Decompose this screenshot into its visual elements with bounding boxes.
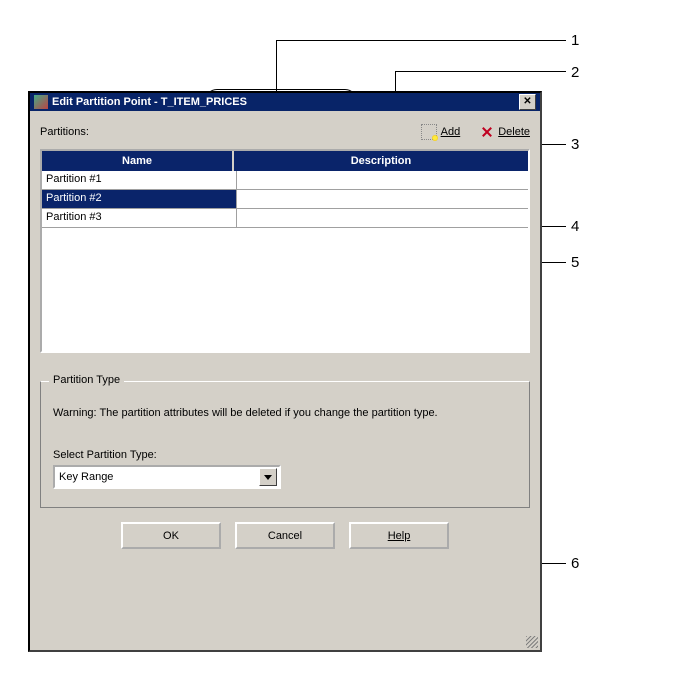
callout-2: 2	[571, 64, 579, 81]
cell-desc	[237, 190, 528, 208]
col-header-description[interactable]: Description	[234, 151, 528, 171]
ok-button[interactable]: OK	[121, 522, 221, 549]
delete-button[interactable]: Delete	[480, 125, 530, 139]
help-label: Help	[388, 530, 411, 542]
group-title: Partition Type	[49, 374, 124, 386]
partition-type-combobox[interactable]: Key Range	[53, 465, 281, 489]
cancel-label: Cancel	[268, 530, 302, 542]
close-button[interactable]: ✕	[519, 94, 536, 110]
app-icon	[34, 95, 48, 109]
table-row[interactable]: Partition #2	[42, 190, 528, 209]
callout-4: 4	[571, 218, 579, 235]
add-label: Add	[441, 126, 461, 138]
table-row[interactable]: Partition #1	[42, 171, 528, 190]
select-partition-type-label: Select Partition Type:	[53, 449, 517, 461]
combo-value: Key Range	[59, 471, 259, 483]
col-header-name[interactable]: Name	[42, 151, 234, 171]
callout-line	[395, 71, 566, 72]
table-header: Name Description	[42, 151, 528, 171]
table-row[interactable]: Partition #3	[42, 209, 528, 228]
cell-desc	[237, 209, 528, 227]
close-icon: ✕	[523, 97, 531, 107]
chevron-down-icon	[264, 475, 272, 480]
cell-desc	[237, 171, 528, 189]
help-button[interactable]: Help	[349, 522, 449, 549]
delete-icon	[480, 125, 494, 139]
partitions-listview[interactable]: Name Description Partition #1 Partition …	[40, 149, 530, 353]
window-title: Edit Partition Point - T_ITEM_PRICES	[52, 96, 519, 108]
callout-1: 1	[571, 32, 579, 49]
delete-label: Delete	[498, 126, 530, 138]
cell-name: Partition #1	[42, 171, 237, 189]
callout-line	[276, 40, 566, 41]
add-icon	[421, 124, 437, 140]
cell-name: Partition #2	[42, 190, 237, 208]
warning-text: Warning: The partition attributes will b…	[53, 406, 517, 421]
combo-dropdown-button[interactable]	[259, 468, 277, 486]
partitions-label: Partitions:	[40, 126, 89, 138]
callout-3: 3	[571, 136, 579, 153]
partition-type-group: Partition Type Warning: The partition at…	[40, 381, 530, 508]
resize-grip[interactable]	[526, 636, 538, 648]
cancel-button[interactable]: Cancel	[235, 522, 335, 549]
cell-name: Partition #3	[42, 209, 237, 227]
add-button[interactable]: Add	[421, 124, 461, 140]
ok-label: OK	[163, 530, 179, 542]
dialog-edit-partition-point: Edit Partition Point - T_ITEM_PRICES ✕ P…	[28, 91, 542, 652]
callout-6: 6	[571, 555, 579, 572]
callout-5: 5	[571, 254, 579, 271]
titlebar[interactable]: Edit Partition Point - T_ITEM_PRICES ✕	[30, 93, 540, 111]
